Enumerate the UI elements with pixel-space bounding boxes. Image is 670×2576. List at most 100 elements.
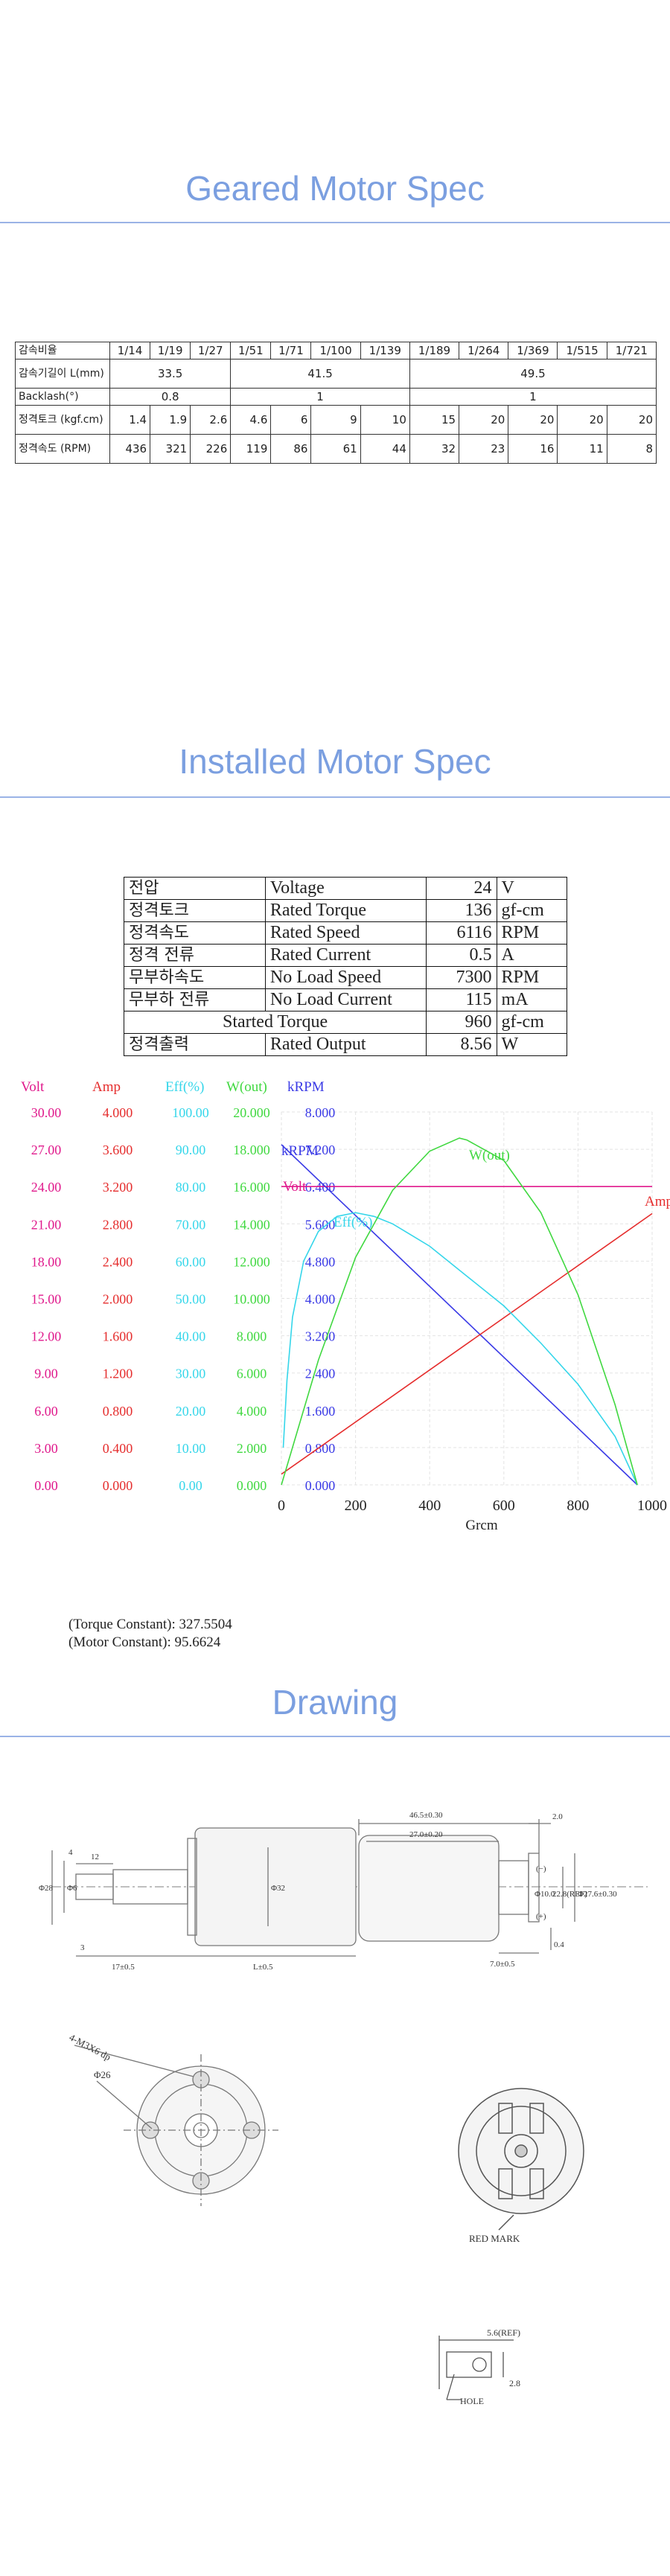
spec-ko: 정격토크: [124, 899, 266, 922]
speed-cell: 32: [409, 434, 460, 464]
torque-cell: 1.4: [109, 405, 151, 435]
length-row: 감속기길이 L(mm) 33.5 41.5 49.5: [15, 359, 657, 389]
axis-header: kRPM: [287, 1079, 325, 1095]
spec-en: Rated Speed: [264, 921, 427, 945]
dim-phi6: Φ6: [67, 1884, 77, 1893]
motor-side-drawing: 46.5±0.30 27.0±0.20 2.0 12 4 Φ28 Φ6 Φ32 …: [39, 1811, 648, 1972]
spec-row: 전압 Voltage 24 V: [124, 877, 568, 900]
ratio-label: 감속비율: [15, 342, 110, 359]
spec-row: 무부하 전류 No Load Current 115 mA: [124, 988, 568, 1011]
axis-tick: 8.000: [305, 1105, 336, 1120]
series-label: Eff(%): [334, 1215, 372, 1230]
spec-ko: 무부하속도: [124, 966, 266, 989]
axis-tick: 0.00: [34, 1478, 58, 1493]
ref-dim: 5.6(REF): [487, 2327, 520, 2338]
axis-tick: 50.00: [176, 1292, 206, 1307]
torque-cell: 20: [508, 405, 558, 435]
spec-value: 115: [426, 988, 497, 1011]
ratio-cell: 1/19: [150, 342, 191, 359]
series-label: kRPM: [281, 1143, 319, 1159]
x-tick-label: 600: [493, 1498, 515, 1514]
spec-ko: 정격 전류: [124, 944, 266, 967]
axis-tick: 24.00: [31, 1180, 62, 1195]
speed-cell: 8: [606, 434, 657, 464]
dim-3: 3: [80, 1943, 85, 1952]
ratio-cell: 1/189: [409, 342, 460, 359]
axis-header: Amp: [92, 1079, 121, 1095]
x-tick-label: 1000: [637, 1498, 667, 1514]
dim-7: 7.0±0.5: [490, 1960, 515, 1969]
spec-unit: A: [496, 944, 568, 967]
length-cell: 41.5: [230, 359, 410, 389]
speed-cell: 321: [150, 434, 191, 464]
spec-unit: RPM: [496, 966, 568, 989]
speed-cell: 44: [360, 434, 410, 464]
performance-chart: 0 200 400 600 800 1000 Grcm Volt 30.00 27.00 24.00…: [21, 1079, 670, 1533]
axis-tick: 80.00: [176, 1180, 206, 1195]
axis-tick: 2.000: [103, 1292, 133, 1307]
axis-tick: 60.00: [176, 1254, 206, 1269]
axis-tick: 4.800: [305, 1254, 336, 1269]
axis-tick: 27.00: [31, 1142, 62, 1157]
ratio-cell: 1/14: [109, 342, 151, 359]
spec-value: 136: [426, 899, 497, 922]
spec-value: 8.56: [426, 1033, 497, 1056]
axis-tick: 18.00: [31, 1254, 62, 1269]
axis-tick: 3.600: [103, 1142, 133, 1157]
spec-unit: W: [496, 1033, 568, 1056]
spec-en: No Load Speed: [264, 966, 427, 989]
x-tick-label: 200: [345, 1498, 367, 1514]
speed-cell: 119: [230, 434, 272, 464]
gear-face-drawing: 4-M3X6 dp Φ26: [68, 2031, 278, 2206]
torque-label: 정격토크 (kgf.cm): [15, 405, 110, 435]
started-torque-value: 960: [426, 1011, 497, 1034]
spec-en: Rated Torque: [264, 899, 427, 922]
pcd-label: Φ26: [94, 2069, 111, 2080]
torque-cell: 15: [409, 405, 460, 435]
terminal-plus: (+): [536, 1912, 546, 1921]
axis-tick: 10.00: [176, 1441, 206, 1456]
torque-cell: 20: [557, 405, 607, 435]
spec-unit: V: [496, 877, 568, 900]
backlash-cell: 1: [409, 388, 657, 406]
axis-tick: 4.000: [237, 1404, 267, 1419]
dim-46-5: 46.5±0.30: [409, 1811, 443, 1820]
axis-tick: 2.400: [305, 1367, 336, 1381]
axis-header: Volt: [21, 1079, 45, 1095]
axis-tick: 1.600: [103, 1329, 133, 1344]
torque-cell: 10: [360, 405, 410, 435]
terminal-minus: (−): [536, 1864, 546, 1873]
speed-cell: 86: [270, 434, 312, 464]
axis-tick: 18.000: [233, 1142, 270, 1157]
x-axis-label: Grcm: [465, 1518, 497, 1533]
spec-value: 7300: [426, 966, 497, 989]
series-label: Amp: [645, 1194, 670, 1209]
spec-unit: RPM: [496, 921, 568, 945]
ratio-cell: 1/369: [508, 342, 558, 359]
axis-tick: 2.000: [237, 1441, 267, 1456]
length-label: 감속기길이 L(mm): [15, 359, 110, 389]
axis-tick: 12.000: [233, 1254, 270, 1269]
installed-rule: [0, 796, 670, 798]
axis-header: W(out): [226, 1079, 267, 1095]
speed-row: 정격속도 (RPM) 436 321 226 119 86 61 44 32 2…: [15, 434, 657, 464]
started-torque-unit: gf-cm: [496, 1011, 568, 1034]
installed-title: Installed Motor Spec: [179, 742, 491, 781]
axis-tick: 0.000: [103, 1478, 133, 1493]
speed-label: 정격속도 (RPM): [15, 434, 110, 464]
red-mark-label: RED MARK: [469, 2233, 520, 2244]
spec-unit: gf-cm: [496, 899, 568, 922]
ratio-cell: 1/71: [270, 342, 312, 359]
ratio-cell: 1/264: [459, 342, 509, 359]
axis-tick: 30.00: [31, 1105, 62, 1120]
axis-tick: 2.400: [103, 1254, 133, 1269]
spec-unit: mA: [496, 988, 568, 1011]
spec-en: Voltage: [264, 877, 427, 900]
dim-2: 2.0: [552, 1812, 563, 1821]
spec-row: 정격속도 Rated Speed 6116 RPM: [124, 921, 568, 945]
backlash-label: Backlash(°): [15, 388, 110, 406]
axis-tick: 20.00: [176, 1404, 206, 1419]
x-tick-label: 800: [567, 1498, 589, 1514]
dim-17: 17±0.5: [112, 1963, 135, 1972]
spec-ko: 무부하 전류: [124, 988, 266, 1011]
